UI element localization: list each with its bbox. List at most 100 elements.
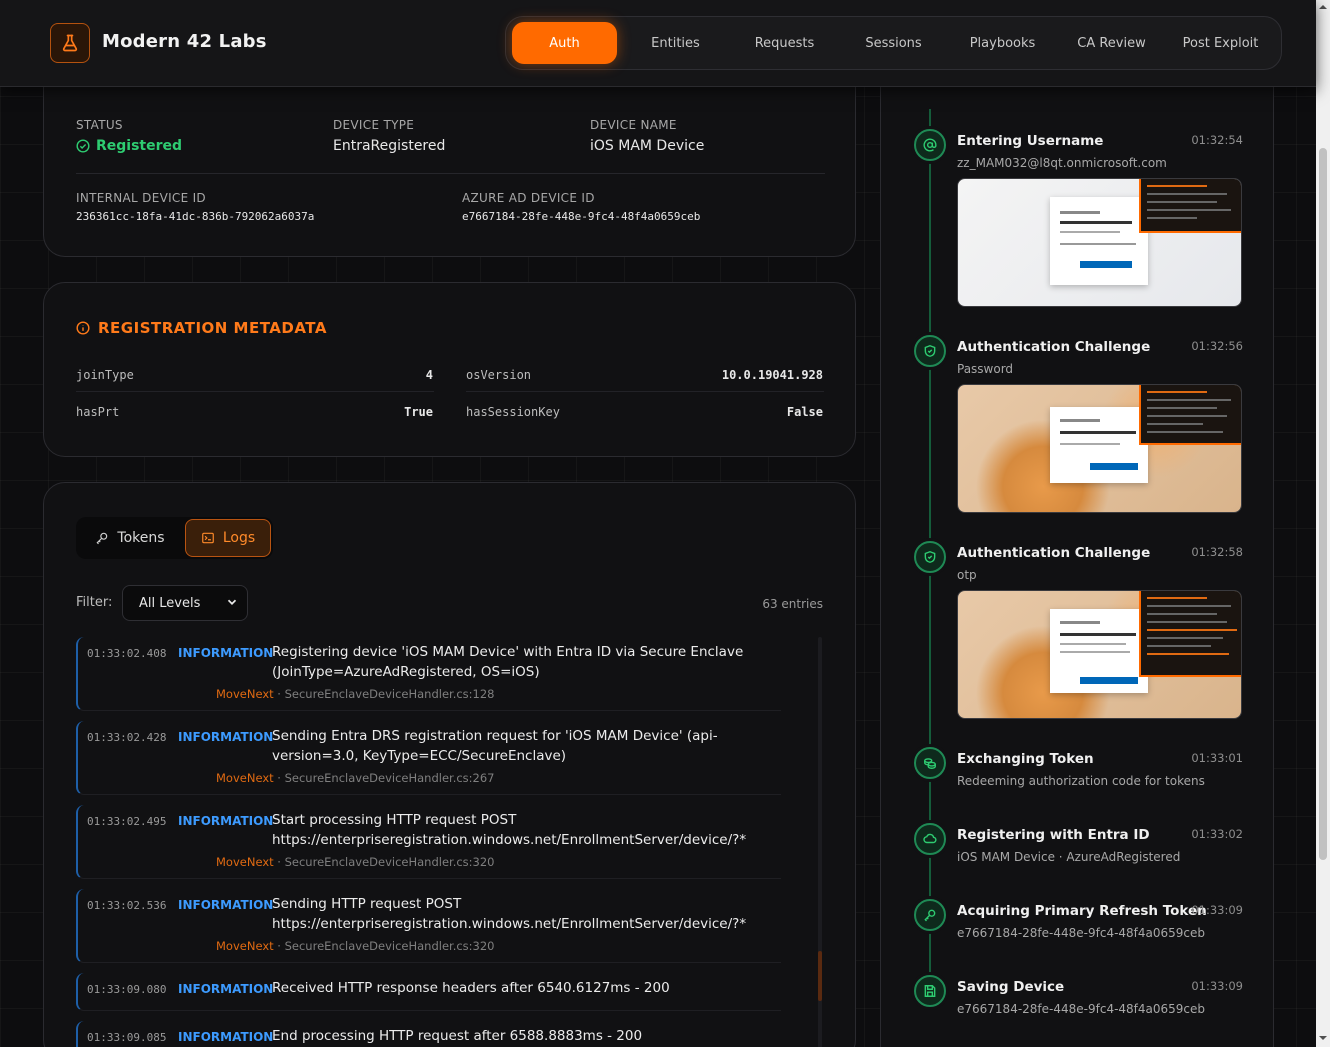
screenshot-thumbnail[interactable] [957,384,1242,513]
flask-icon[interactable] [50,23,90,63]
device-type-label: DEVICE TYPE [333,118,415,132]
registration-metadata-card: REGISTRATION METADATA joinType 4 osVersi… [43,282,856,457]
log-message: Sending HTTP request POST https://enterp… [272,896,747,932]
timeline-title: Saving Device [957,979,1065,995]
screenshot-thumbnail[interactable] [957,590,1242,719]
entries-count: 63 entries [762,597,823,611]
log-scrollbar-thumb[interactable] [818,951,822,1001]
log-message: Received HTTP response headers after 654… [272,980,670,996]
status-text: Registered [96,138,183,154]
log-row[interactable]: 01:33:02.408 INFORMATION Registering dev… [76,637,781,711]
chevron-down-icon [227,599,237,605]
meta-key: hasPrt [76,405,120,419]
log-method: MoveNext [216,771,274,785]
login-dialog-image [1050,609,1148,693]
level-filter-select[interactable]: All Levels [122,585,248,621]
tokens-tab-label: Tokens [117,530,165,546]
meta-key: hasSessionKey [466,405,560,419]
coins-icon [914,747,946,779]
tokens-tab[interactable]: Tokens [78,519,182,557]
log-row[interactable]: 01:33:02.495 INFORMATION Start processin… [76,805,781,879]
timeline-title: Exchanging Token [957,751,1094,767]
meta-separator [76,391,434,392]
save-icon [914,975,946,1007]
internal-id-label: INTERNAL DEVICE ID [76,191,206,205]
azure-id-value: e7667184-28fe-448e-9fc4-48f4a0659ceb [462,210,701,223]
timeline-time: 01:32:56 [1191,339,1243,353]
screenshot-thumbnail[interactable] [957,178,1242,307]
log-source: MoveNext · SecureEnclaveDeviceHandler.cs… [216,939,495,953]
timeline-subtitle: Redeeming authorization code for tokens [957,774,1205,788]
log-row[interactable]: 01:33:09.085 INFORMATION End processing … [76,1021,781,1047]
log-time: 01:33:02.428 [87,731,167,744]
tab-entities[interactable]: Entities [621,22,730,64]
device-name-label: DEVICE NAME [590,118,677,132]
timeline-subtitle: zz_MAM032@l8qt.onmicrosoft.com [957,156,1167,170]
tab-post-exploit[interactable]: Post Exploit [1166,22,1275,64]
log-method: MoveNext [216,855,274,869]
tokens-logs-toggle: Tokens Logs [76,517,273,559]
scroll-down-arrow-icon[interactable] [1319,1034,1327,1042]
status-label: STATUS [76,118,123,132]
timeline-subtitle: e7667184-28fe-448e-9fc4-48f4a0659ceb [957,1002,1206,1016]
device-info-card: STATUS Registered DEVICE TYPE EntraRegis… [43,60,856,257]
key-icon [914,899,946,931]
login-dialog-image [1050,407,1148,483]
log-method: MoveNext [216,687,274,701]
check-circle-icon [76,139,90,153]
divider [76,173,825,174]
meta-value: True [404,405,433,419]
timeline-time: 01:33:01 [1191,751,1243,765]
log-row[interactable]: 01:33:02.428 INFORMATION Sending Entra D… [76,721,781,795]
timeline-time: 01:33:02 [1191,827,1243,841]
logs-tab[interactable]: Logs [185,519,271,557]
filter-value: All Levels [139,595,201,611]
log-source: MoveNext · SecureEnclaveDeviceHandler.cs… [216,687,495,701]
log-row[interactable]: 01:33:02.536 INFORMATION Sending HTTP re… [76,889,781,963]
tab-auth[interactable]: Auth [512,22,617,64]
logs-tab-label: Logs [222,530,256,546]
log-message: Registering device 'iOS MAM Device' with… [272,644,744,680]
metadata-title: REGISTRATION METADATA [76,319,327,337]
meta-value: 4 [425,368,433,382]
cloud-icon [914,823,946,855]
log-file: SecureEnclaveDeviceHandler.cs:128 [284,687,495,701]
brand-name[interactable]: Modern 42 Labs [102,31,267,52]
device-type-value: EntraRegistered [333,138,446,154]
timeline-time: 01:32:58 [1191,545,1243,559]
meta-key: osVersion [466,368,532,382]
tab-ca-review[interactable]: CA Review [1057,22,1166,64]
timeline-time: 01:33:09 [1191,903,1243,917]
internal-id-value: 236361cc-18fa-41dc-836b-792062a6037a [76,210,315,223]
tab-requests[interactable]: Requests [730,22,839,64]
terminal-icon [202,532,214,544]
meta-key: joinType [76,368,134,382]
log-method: MoveNext [216,939,274,953]
log-message: Start processing HTTP request POST https… [272,812,747,848]
timeline-subtitle: iOS MAM Device · AzureAdRegistered [957,850,1181,864]
tab-playbooks[interactable]: Playbooks [948,22,1057,64]
filter-label: Filter: [76,595,113,610]
log-file: SecureEnclaveDeviceHandler.cs:320 [284,855,495,869]
page-scrollbar-thumb[interactable] [1319,148,1327,860]
log-level: INFORMATION [178,898,274,912]
tab-sessions[interactable]: Sessions [839,22,948,64]
azure-id-label: AZURE AD DEVICE ID [462,191,595,205]
timeline-title: Authentication Challenge [957,339,1151,355]
console-overlay-image [1139,179,1241,233]
shield-icon [914,335,946,367]
device-name-value: iOS MAM Device [590,138,705,154]
log-time: 01:33:02.408 [87,647,167,660]
log-level: INFORMATION [178,730,274,744]
log-message: Sending Entra DRS registration request f… [272,728,718,764]
console-overlay-image [1139,591,1241,677]
timeline-time: 01:32:54 [1191,133,1243,147]
meta-value: 10.0.19041.928 [721,368,823,382]
log-time: 01:33:02.536 [87,899,167,912]
timeline-subtitle: e7667184-28fe-448e-9fc4-48f4a0659ceb [957,926,1206,940]
log-time: 01:33:09.080 [87,983,167,996]
log-level: INFORMATION [178,646,274,660]
scroll-up-arrow-icon[interactable] [1319,3,1327,11]
shield-icon [914,541,946,573]
log-row[interactable]: 01:33:09.080 INFORMATION Received HTTP r… [76,973,781,1011]
